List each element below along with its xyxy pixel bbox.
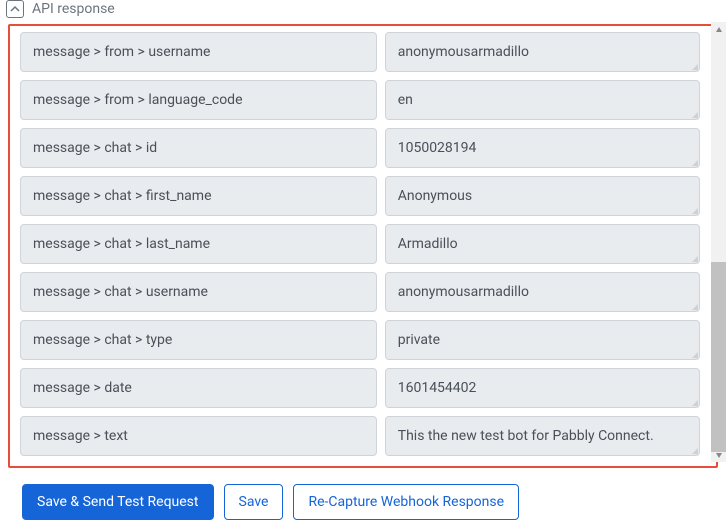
field-key[interactable]: message > text (20, 416, 377, 456)
response-row: message > chat > type private (20, 320, 706, 360)
button-bar: Save & Send Test Request Save Re-Capture… (0, 468, 726, 520)
field-key-text: message > text (33, 428, 128, 444)
field-value-text: 1050028194 (398, 140, 477, 156)
resize-handle-icon[interactable] (688, 444, 698, 454)
response-row: message > chat > username anonymousarmadi… (20, 272, 706, 312)
field-key-text: message > from > username (33, 44, 210, 60)
triangle-up-icon (715, 26, 723, 34)
field-key-text: message > date (33, 380, 132, 396)
field-value-text: This the new test bot for Pabbly Connect… (398, 428, 654, 444)
save-button[interactable]: Save (224, 484, 284, 520)
scroll-down-arrow[interactable] (711, 447, 726, 462)
field-value[interactable]: Armadillo (385, 224, 701, 264)
field-value[interactable]: This the new test bot for Pabbly Connect… (385, 416, 701, 456)
resize-handle-icon[interactable] (688, 348, 698, 358)
recapture-webhook-response-button[interactable]: Re-Capture Webhook Response (293, 484, 519, 520)
field-key[interactable]: message > chat > first_name (20, 176, 377, 216)
save-send-test-request-button[interactable]: Save & Send Test Request (22, 484, 214, 520)
field-value-text: 1601454402 (398, 380, 477, 396)
field-value-text: en (398, 92, 413, 108)
field-key-text: message > chat > type (33, 332, 172, 348)
field-value-text: anonymousarmadillo (398, 284, 529, 300)
response-fields-container: message > from > username anonymousarmadi… (8, 24, 718, 468)
chevron-up-icon (10, 4, 20, 14)
response-row: message > chat > last_name Armadillo (20, 224, 706, 264)
field-value[interactable]: anonymousarmadillo (385, 272, 701, 312)
field-value-text: anonymousarmadillo (398, 44, 529, 60)
section-title: API response (32, 1, 115, 17)
field-key[interactable]: message > chat > username (20, 272, 377, 312)
response-row: message > text This the new test bot for … (20, 416, 706, 456)
field-key-text: message > chat > last_name (33, 236, 210, 252)
field-value[interactable]: en (385, 80, 701, 120)
field-value[interactable]: 1050028194 (385, 128, 701, 168)
field-key[interactable]: message > from > language_code (20, 80, 377, 120)
scrollbar-thumb[interactable] (711, 262, 726, 452)
resize-handle-icon[interactable] (688, 396, 698, 406)
field-value-text: Armadillo (398, 236, 458, 252)
resize-handle-icon[interactable] (688, 108, 698, 118)
field-value[interactable]: 1601454402 (385, 368, 701, 408)
scroll-up-arrow[interactable] (711, 22, 726, 37)
field-value[interactable]: private (385, 320, 701, 360)
response-row: message > chat > first_name Anonymous (20, 176, 706, 216)
field-key[interactable]: message > chat > id (20, 128, 377, 168)
field-value[interactable]: anonymousarmadillo (385, 32, 701, 72)
field-key[interactable]: message > chat > last_name (20, 224, 377, 264)
resize-handle-icon[interactable] (688, 252, 698, 262)
resize-handle-icon[interactable] (688, 156, 698, 166)
response-row: message > from > language_code en (20, 80, 706, 120)
response-row: message > chat > id 1050028194 (20, 128, 706, 168)
response-row: message > date 1601454402 (20, 368, 706, 408)
field-key-text: message > from > language_code (33, 92, 243, 108)
response-row: message > from > username anonymousarmadi… (20, 32, 706, 72)
field-key[interactable]: message > date (20, 368, 377, 408)
field-key-text: message > chat > username (33, 284, 208, 300)
resize-handle-icon[interactable] (688, 60, 698, 70)
field-value-text: private (398, 332, 440, 348)
field-value[interactable]: Anonymous (385, 176, 701, 216)
field-key-text: message > chat > id (33, 140, 157, 156)
field-key[interactable]: message > from > username (20, 32, 377, 72)
field-key-text: message > chat > first_name (33, 188, 212, 204)
resize-handle-icon[interactable] (688, 300, 698, 310)
field-value-text: Anonymous (398, 188, 472, 204)
field-key[interactable]: message > chat > type (20, 320, 377, 360)
collapse-button[interactable] (6, 0, 24, 18)
scrollbar[interactable] (711, 22, 726, 462)
triangle-down-icon (715, 451, 723, 459)
resize-handle-icon[interactable] (688, 204, 698, 214)
